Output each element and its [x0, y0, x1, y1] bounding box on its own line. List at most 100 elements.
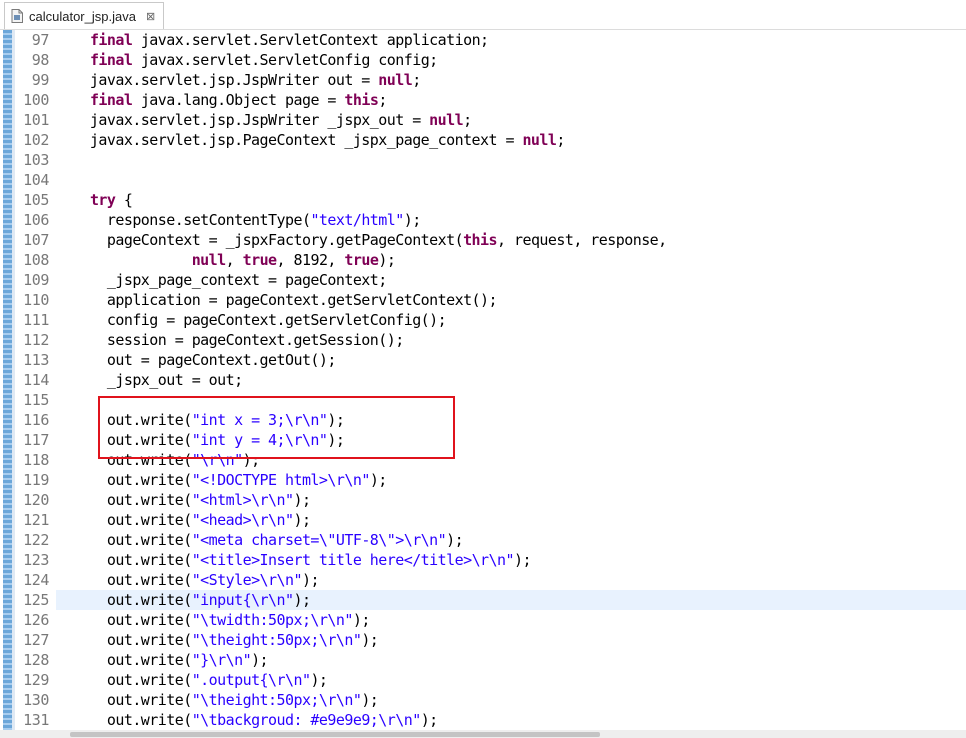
code-line[interactable]: out = pageContext.getOut(); — [56, 350, 966, 370]
code-token: ); — [301, 571, 320, 589]
tab-calculator-jsp-java[interactable]: calculator_jsp.java ⊠ — [4, 2, 165, 29]
line-number: 124 — [23, 571, 49, 589]
line-number: 115 — [23, 391, 49, 409]
code-token: out.write( — [56, 491, 192, 509]
code-line[interactable]: javax.servlet.jsp.JspWriter _jspx_out = … — [56, 110, 966, 130]
string-token: "<meta charset=\"UTF-8\">\r\n" — [191, 531, 447, 549]
horizontal-scrollbar[interactable] — [0, 730, 966, 738]
line-number: 126 — [23, 611, 49, 629]
code-token: java.lang.Object page = — [132, 91, 345, 109]
code-line[interactable]: out.write("\theight:50px;\r\n"); — [56, 630, 966, 650]
line-number: 104 — [23, 171, 49, 189]
code-line[interactable]: out.write("input{\r\n"); — [56, 590, 966, 610]
code-line[interactable]: out.write("int y = 4;\r\n"); — [56, 430, 966, 450]
string-token: "<head>\r\n" — [191, 511, 294, 529]
code-line[interactable]: out.write("<head>\r\n"); — [56, 510, 966, 530]
code-token: ); — [293, 511, 311, 529]
code-token: ); — [420, 711, 439, 729]
code-line[interactable]: config = pageContext.getServletConfig(); — [56, 310, 966, 330]
code-token: response.setContentType( — [56, 211, 311, 229]
code-line[interactable]: try { — [56, 190, 966, 210]
line-number: 106 — [23, 211, 49, 229]
code-token: out.write( — [56, 411, 192, 429]
code-token: ); — [327, 431, 345, 449]
code-token: application = pageContext.getServletCont… — [56, 291, 498, 309]
string-token: "<html>\r\n" — [191, 491, 294, 509]
line-number: 131 — [23, 711, 49, 729]
line-number: 105 — [23, 191, 49, 209]
code-token: out.write( — [56, 531, 192, 549]
code-area[interactable]: final javax.servlet.ServletContext appli… — [56, 30, 966, 730]
code-line[interactable]: null, true, 8192, true); — [56, 250, 966, 270]
code-token: { — [115, 191, 133, 209]
string-token: "\theight:50px;\r\n" — [191, 691, 362, 709]
code-line[interactable]: out.write("\tbackgroud: #e9e9e9;\r\n"); — [56, 710, 966, 730]
code-token: out.write( — [56, 431, 192, 449]
code-token: ); — [446, 531, 464, 549]
tab-title: calculator_jsp.java — [29, 8, 136, 24]
code-line[interactable]: out.write("<html>\r\n"); — [56, 490, 966, 510]
code-line[interactable]: out.write("<title>Insert title here</tit… — [56, 550, 966, 570]
editor-tab-bar: calculator_jsp.java ⊠ — [0, 0, 966, 30]
code-line[interactable]: _jspx_out = out; — [56, 370, 966, 390]
keyword-token: null — [191, 251, 226, 269]
keyword-token: true — [242, 251, 277, 269]
code-token: out.write( — [56, 611, 192, 629]
line-number: 110 — [23, 291, 49, 309]
code-line[interactable]: response.setContentType("text/html"); — [56, 210, 966, 230]
code-token: ); — [293, 491, 311, 509]
line-number: 130 — [23, 691, 49, 709]
code-token: out.write( — [56, 471, 192, 489]
code-token: ); — [369, 471, 388, 489]
code-editor[interactable]: 97 98 99 100 101 102 103 104 105 106 107 108 109 110 1… — [0, 30, 966, 730]
code-line[interactable]: session = pageContext.getSession(); — [56, 330, 966, 350]
annotation-ruler — [3, 30, 12, 730]
code-token: ); — [403, 211, 422, 229]
code-line[interactable]: final javax.servlet.ServletContext appli… — [56, 30, 966, 50]
close-icon[interactable]: ⊠ — [146, 10, 155, 23]
code-token: out.write( — [56, 571, 192, 589]
code-token: ); — [251, 651, 269, 669]
line-number: 102 — [23, 131, 49, 149]
code-line[interactable]: final javax.servlet.ServletConfig config… — [56, 50, 966, 70]
code-token: out.write( — [56, 551, 192, 569]
line-number: 111 — [23, 311, 49, 329]
string-token: "<!DOCTYPE html>\r\n" — [191, 471, 371, 489]
keyword-token: null — [378, 71, 413, 89]
code-token: ); — [293, 591, 311, 609]
line-number: 118 — [23, 451, 49, 469]
code-line[interactable]: out.write("int x = 3;\r\n"); — [56, 410, 966, 430]
code-line[interactable] — [56, 390, 966, 410]
code-token: javax.servlet.ServletContext application… — [132, 31, 489, 49]
string-token: "<Style>\r\n" — [191, 571, 303, 589]
code-line[interactable]: application = pageContext.getServletCont… — [56, 290, 966, 310]
code-line[interactable]: out.write("\theight:50px;\r\n"); — [56, 690, 966, 710]
line-number: 107 — [23, 231, 49, 249]
code-line[interactable] — [56, 150, 966, 170]
line-number: 125 — [23, 591, 49, 609]
code-line[interactable]: pageContext = _jspxFactory.getPageContex… — [56, 230, 966, 250]
keyword-token: this — [344, 91, 379, 109]
keyword-token: null — [522, 131, 557, 149]
code-token: out.write( — [56, 451, 192, 469]
code-line[interactable]: out.write("<Style>\r\n"); — [56, 570, 966, 590]
code-line[interactable]: out.write("\twidth:50px;\r\n"); — [56, 610, 966, 630]
code-line[interactable]: out.write("}\r\n"); — [56, 650, 966, 670]
code-line[interactable]: out.write(".output{\r\n"); — [56, 670, 966, 690]
code-line[interactable]: out.write("<!DOCTYPE html>\r\n"); — [56, 470, 966, 490]
code-line[interactable]: final java.lang.Object page = this; — [56, 90, 966, 110]
scrollbar-thumb[interactable] — [70, 732, 600, 737]
string-token: "\r\n" — [191, 451, 243, 469]
code-line[interactable]: out.write("\r\n"); — [56, 450, 966, 470]
line-number: 123 — [23, 551, 49, 569]
keyword-token: this — [463, 231, 498, 249]
code-line[interactable] — [56, 170, 966, 190]
line-number: 108 — [23, 251, 49, 269]
code-line[interactable]: javax.servlet.jsp.PageContext _jspx_page… — [56, 130, 966, 150]
code-line[interactable]: _jspx_page_context = pageContext; — [56, 270, 966, 290]
code-line[interactable]: javax.servlet.jsp.JspWriter out = null; — [56, 70, 966, 90]
code-line[interactable]: out.write("<meta charset=\"UTF-8\">\r\n"… — [56, 530, 966, 550]
line-number-gutter: 97 98 99 100 101 102 103 104 105 106 107 108 109 110 1… — [15, 30, 55, 730]
